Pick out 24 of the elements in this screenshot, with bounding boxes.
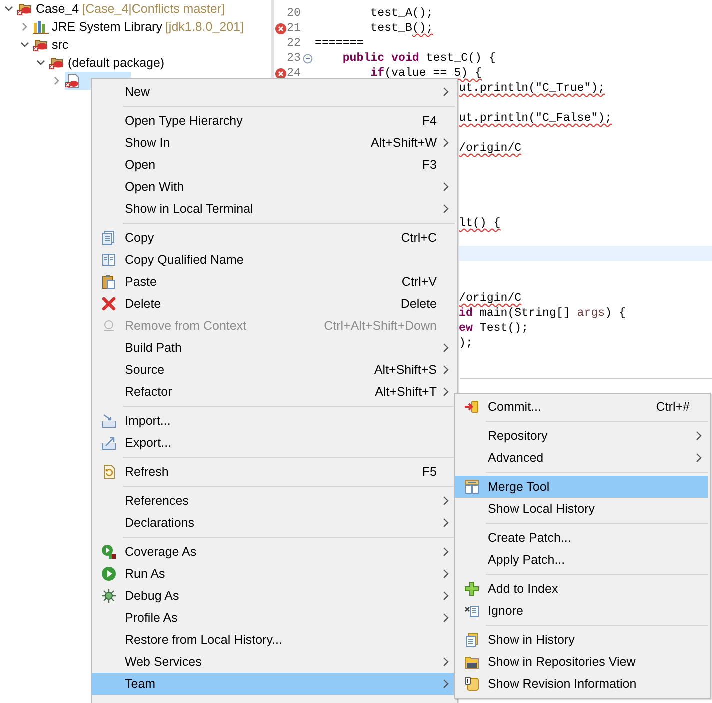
git-decoration: [jdk1.8.0_201]	[165, 20, 244, 34]
code-line: ew Test();	[459, 322, 529, 335]
code-line: id main(String[] args) {	[459, 307, 626, 320]
code-line: lt() {	[459, 217, 501, 230]
code-line: test_A();	[370, 7, 434, 20]
line-number: 20	[287, 7, 302, 20]
code-line: if(value == 5) {	[370, 67, 482, 80]
line-number: 21	[287, 22, 302, 35]
code-line: /origin/C	[459, 142, 522, 155]
code-line: );	[459, 337, 473, 350]
line-number: 24	[287, 67, 302, 80]
code-line: ut.println("C_True");	[459, 82, 606, 95]
git-decoration: [Case_4|Conflicts master]	[82, 2, 225, 16]
code-line: ut.println("C_False");	[459, 112, 612, 125]
code-line: =======	[315, 37, 364, 50]
tree-item-label: JRE System Library	[52, 20, 162, 34]
code-line: /origin/C	[459, 292, 522, 305]
code-line: public void test_C() {	[342, 52, 496, 65]
code-line: test_B();	[370, 22, 434, 35]
line-number: 22	[287, 37, 302, 50]
tree-item-label: (default package)	[68, 56, 165, 70]
tree-item-label: src	[52, 38, 69, 52]
line-number: 23	[287, 52, 302, 65]
tree-item-label: Case_4	[36, 2, 80, 16]
